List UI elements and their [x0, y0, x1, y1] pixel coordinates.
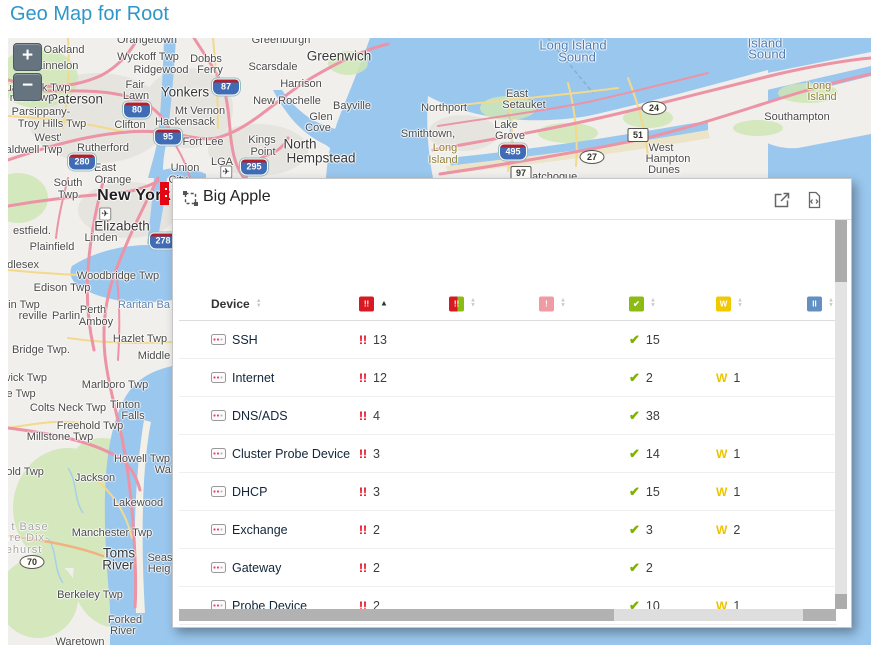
- table-row: Gateway !!2 ✔2: [179, 549, 837, 587]
- table-row: SSH !!13 ✔15: [179, 321, 837, 359]
- table-row: DHCP !!3 ✔15 W1: [179, 473, 837, 511]
- table-row: Internet !!12 ✔2 W1: [179, 359, 837, 397]
- device-link[interactable]: Internet: [211, 371, 274, 385]
- up-count: ✔2: [629, 560, 653, 576]
- sort-arrows-icon: ▲▼: [560, 299, 566, 309]
- sort-active-icon: ▲: [380, 300, 388, 308]
- up-count: ✔2: [629, 370, 653, 386]
- device-link[interactable]: Exchange: [211, 523, 288, 537]
- down-glyph-icon: !!: [359, 333, 367, 347]
- down-glyph-icon: !!: [359, 409, 367, 423]
- map-object-popup: Big Apple Device▲▼!! ▲!! ▲▼! ▲▼ ✔ ▲▼ W ▲▼ II ▲▼ S…: [172, 178, 852, 628]
- down-glyph-icon: !!: [359, 561, 367, 575]
- vertical-scrollbar[interactable]: [835, 220, 847, 609]
- up-status-icon: ✔: [629, 296, 644, 311]
- table-row: Cluster Probe Device !!3 ✔14 W1: [179, 435, 837, 473]
- device-link[interactable]: Gateway: [211, 561, 281, 575]
- title-bar: Geo Map for Root: [0, 0, 871, 38]
- down-status-icon: !!: [359, 296, 374, 311]
- table-row: DNS/ADS !!4 ✔38: [179, 397, 837, 435]
- up-count: ✔15: [629, 484, 660, 500]
- sort-arrows-icon: ▲▼: [650, 299, 656, 309]
- up-glyph-icon: ✔: [629, 332, 640, 348]
- warning-count: W2: [716, 523, 740, 537]
- horizontal-scrollbar-thumb[interactable]: [179, 609, 614, 621]
- down-count: !!2: [359, 561, 380, 575]
- table-row: Exchange !!2 ✔3 W2: [179, 511, 837, 549]
- device-link[interactable]: Cluster Probe Device: [211, 447, 350, 461]
- down-partial-status-icon: !!: [449, 296, 464, 311]
- table-header-row: Device▲▼!! ▲!! ▲▼! ▲▼ ✔ ▲▼ W ▲▼ II ▲▼: [179, 287, 837, 321]
- device-icon: [211, 372, 226, 383]
- page-title: Geo Map for Root: [10, 3, 169, 26]
- down-count: !!13: [359, 333, 387, 347]
- down-count: !!12: [359, 371, 387, 385]
- warning-count: W1: [716, 485, 740, 499]
- device-status-table: Device▲▼!! ▲!! ▲▼! ▲▼ ✔ ▲▼ W ▲▼ II ▲▼ SSH !!13 ✔15 I…: [179, 287, 837, 625]
- up-count: ✔14: [629, 446, 660, 462]
- down-count: !!4: [359, 409, 380, 423]
- column-header-up[interactable]: ✔ ▲▼: [629, 296, 656, 311]
- up-glyph-icon: ✔: [629, 522, 640, 538]
- warning-glyph-icon: W: [716, 371, 727, 385]
- down-glyph-icon: !!: [359, 523, 367, 537]
- device-icon: [211, 562, 226, 573]
- down-count: !!3: [359, 447, 380, 461]
- warning-glyph-icon: W: [716, 485, 727, 499]
- down-glyph-icon: !!: [359, 485, 367, 499]
- device-link[interactable]: DHCP: [211, 485, 267, 499]
- down-ack-status-icon: !: [539, 296, 554, 311]
- down-glyph-icon: !!: [359, 371, 367, 385]
- zoom-in-button[interactable]: +: [13, 43, 42, 71]
- table-body: SSH !!13 ✔15 Internet !!12 ✔2 W1 DNS/ADS !!4 ✔38 C…: [179, 321, 837, 625]
- up-glyph-icon: ✔: [629, 408, 640, 424]
- warning-glyph-icon: W: [716, 447, 727, 461]
- column-header-down[interactable]: !! ▲: [359, 296, 388, 311]
- device-icon: [211, 410, 226, 421]
- popup-header: Big Apple: [173, 179, 851, 220]
- down-count: !!3: [359, 485, 380, 499]
- device-icon: [211, 334, 226, 345]
- device-icon: [211, 486, 226, 497]
- sort-arrows-icon: ▲▼: [470, 299, 476, 309]
- column-header-paused[interactable]: II ▲▼: [807, 296, 834, 311]
- map-marker[interactable]: [160, 182, 169, 205]
- horizontal-scrollbar[interactable]: [179, 609, 836, 621]
- warning-count: W1: [716, 371, 740, 385]
- device-icon: [211, 448, 226, 459]
- down-count: !!2: [359, 523, 380, 537]
- popup-title: Big Apple: [203, 188, 271, 206]
- warning-glyph-icon: W: [716, 523, 727, 537]
- up-glyph-icon: ✔: [629, 370, 640, 386]
- sort-arrows-icon: ▲▼: [828, 299, 834, 309]
- paused-status-icon: II: [807, 296, 822, 311]
- down-glyph-icon: !!: [359, 447, 367, 461]
- vertical-scrollbar-thumb[interactable]: [835, 220, 847, 282]
- embed-code-button[interactable]: [805, 191, 825, 211]
- up-count: ✔15: [629, 332, 660, 348]
- warning-count: W1: [716, 447, 740, 461]
- up-glyph-icon: ✔: [629, 560, 640, 576]
- map-zoom-controls: + −: [13, 43, 40, 103]
- column-header-warning[interactable]: W ▲▼: [716, 296, 743, 311]
- up-count: ✔3: [629, 522, 653, 538]
- column-header-down-partial[interactable]: !! ▲▼: [449, 296, 476, 311]
- column-header-device[interactable]: Device▲▼: [211, 297, 262, 311]
- open-in-new-window-button[interactable]: [773, 191, 793, 211]
- column-header-down-ack[interactable]: ! ▲▼: [539, 296, 566, 311]
- device-link[interactable]: DNS/ADS: [211, 409, 288, 423]
- warning-status-icon: W: [716, 296, 731, 311]
- device-link[interactable]: SSH: [211, 333, 258, 347]
- sort-arrows-icon: ▲▼: [737, 299, 743, 309]
- up-count: ✔38: [629, 408, 660, 424]
- device-icon: [211, 524, 226, 535]
- sort-arrows-icon: ▲▼: [256, 299, 262, 309]
- horizontal-scrollbar-end: [803, 609, 836, 621]
- up-glyph-icon: ✔: [629, 446, 640, 462]
- zoom-out-button[interactable]: −: [13, 73, 42, 101]
- up-glyph-icon: ✔: [629, 484, 640, 500]
- group-icon: [182, 190, 199, 212]
- vertical-scrollbar-end: [835, 594, 847, 609]
